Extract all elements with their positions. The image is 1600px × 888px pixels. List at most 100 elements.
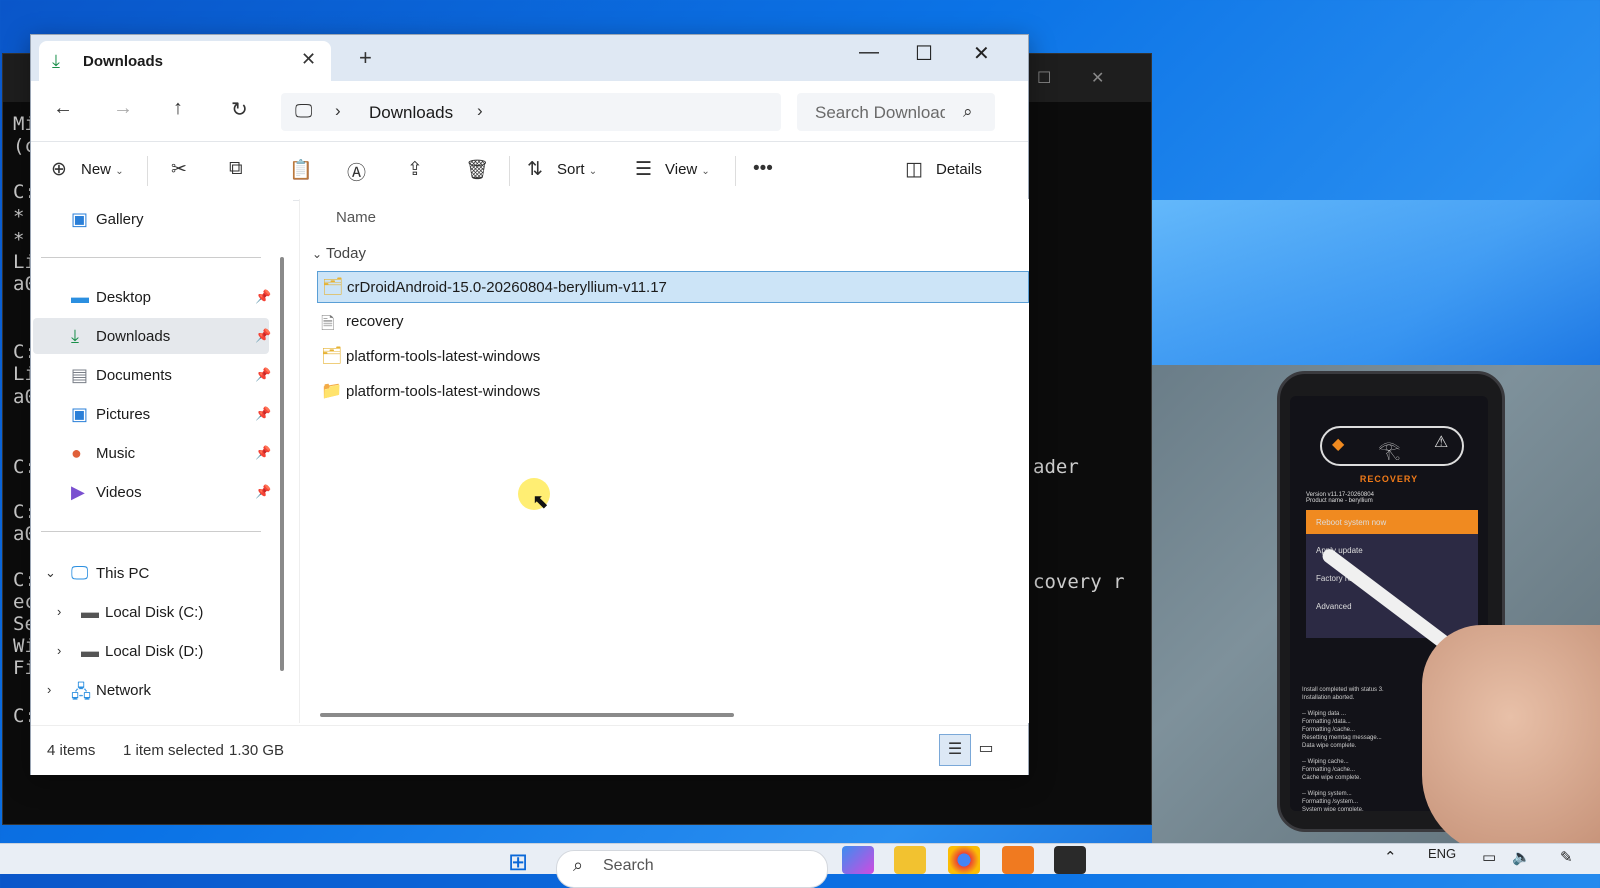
maximize-icon[interactable]: ☐ [915, 41, 933, 66]
forward-arrow-icon[interactable]: → [113, 97, 133, 120]
sidebar-item-desktop[interactable]: ▬ Desktop 📌 [33, 279, 271, 315]
wallpaper-glow [1130, 200, 1600, 370]
chevron-right-icon[interactable]: › [335, 101, 341, 121]
sidebar-item-music[interactable]: ● Music 📌 [33, 435, 271, 471]
pin-icon[interactable]: 📌 [255, 328, 271, 344]
volume-icon[interactable]: 🔈 [1512, 848, 1531, 866]
file-explorer-window[interactable]: ⤓ Downloads ✕ + — ☐ ✕ ← → ↑ ↻ 🖵 › Downlo… [30, 34, 1029, 775]
copy-icon[interactable]: ⧉ [229, 158, 243, 180]
sidebar-item-gallery[interactable]: ▣ Gallery [33, 201, 269, 237]
chevron-right-icon[interactable]: › [57, 643, 61, 658]
navigation-pane: ▣ Gallery ▬ Desktop 📌 ⤓ Downloads 📌 ▤ Documents… [31, 199, 293, 723]
file-row[interactable]: 📁 platform-tools-latest-windows [317, 376, 1027, 406]
share-icon[interactable]: ⇪ [407, 158, 423, 181]
recovery-menu-item[interactable]: Reboot system now [1316, 518, 1386, 527]
sidebar-item-this-pc[interactable]: ⌄ 🖵 This PC [33, 555, 269, 591]
breadcrumb-downloads[interactable]: Downloads [369, 103, 453, 123]
tab-downloads[interactable]: ⤓ Downloads ✕ [39, 41, 331, 81]
notification-icon[interactable]: ✎ [1560, 848, 1573, 866]
sidebar-item-videos[interactable]: ▶ Videos 📌 [33, 474, 271, 510]
refresh-icon[interactable]: ↻ [231, 97, 248, 122]
sidebar-item-local-disk-d[interactable]: › ▬ Local Disk (D:) [33, 633, 269, 669]
recovery-menu-item[interactable]: Advanced [1316, 602, 1352, 611]
details-pane-icon[interactable]: ◫ [905, 158, 923, 181]
sidebar-item-label: Music [96, 445, 136, 462]
file-row[interactable]: 🗂 platform-tools-latest-windows [317, 341, 1027, 371]
titlebar[interactable]: ⤓ Downloads ✕ + — ☐ ✕ [31, 35, 1028, 81]
column-header-name[interactable]: Name [336, 209, 376, 226]
tiles-view-icon[interactable]: ▭ [971, 734, 1001, 764]
sidebar-item-label: Network [96, 682, 152, 699]
sidebar-item-label: Local Disk (C:) [105, 604, 204, 621]
desktop-icon: ▬ [71, 287, 89, 307]
pin-icon[interactable]: 📌 [255, 484, 271, 500]
music-icon: ● [71, 443, 82, 463]
back-arrow-icon[interactable]: ← [53, 97, 73, 120]
tab-close-icon[interactable]: ✕ [301, 49, 316, 70]
recovery-title: RECOVERY [1359, 474, 1419, 484]
sidebar-item-pictures[interactable]: ▣ Pictures 📌 [33, 396, 271, 432]
rename-icon[interactable]: Ⓐ [347, 158, 366, 185]
file-name: crDroidAndroid-15.0-20260804-beryllium-v… [347, 279, 667, 296]
terminal-icon[interactable] [1054, 846, 1086, 874]
minimize-icon[interactable]: — [859, 41, 879, 64]
address-bar[interactable]: 🖵 › Downloads › [281, 93, 781, 131]
file-row[interactable]: 🗎 recovery [317, 306, 1027, 336]
details-view-icon[interactable]: ☰ [939, 734, 971, 766]
sidebar-item-label: Videos [96, 484, 142, 501]
group-header-today[interactable]: ⌄ Today [312, 245, 366, 262]
navigation-bar: ← → ↑ ↻ 🖵 › Downloads › Search Downloads… [31, 81, 1028, 141]
close-icon[interactable]: ✕ [1091, 68, 1104, 88]
pin-icon[interactable]: 📌 [255, 445, 271, 461]
details-button[interactable]: Details [936, 161, 982, 178]
recovery-version: Version v11.17-20260804 Product name - b… [1306, 492, 1374, 504]
plus-circle-icon[interactable]: ⊕ [51, 158, 67, 181]
new-tab-icon[interactable]: + [359, 47, 372, 69]
horizontal-scrollbar[interactable] [320, 713, 734, 717]
new-button[interactable]: New ⌄ [81, 161, 124, 178]
sort-button[interactable]: Sort ⌄ [557, 161, 597, 178]
sort-icon[interactable]: ⇅ [527, 158, 543, 181]
chevron-right-icon[interactable]: › [57, 604, 61, 619]
recovery-log: Install completed with status 3. Install… [1302, 687, 1384, 811]
zip-folder-icon: 🗂 [322, 277, 344, 296]
pin-icon[interactable]: 📌 [255, 289, 271, 305]
file-row[interactable]: 🗂 crDroidAndroid-15.0-20260804-beryllium-… [317, 271, 1029, 303]
close-window-icon[interactable]: ✕ [973, 41, 990, 66]
view-button[interactable]: View ⌄ [665, 161, 710, 178]
search-box[interactable]: Search Downloads ⌕ [797, 93, 995, 131]
paste-icon[interactable]: 📋 [289, 158, 313, 182]
copilot-icon[interactable] [842, 846, 874, 874]
search-icon[interactable]: ⌕ [963, 102, 973, 122]
view-label: View [665, 161, 698, 178]
mouse-cursor-icon: ⬉ [532, 491, 549, 513]
chevron-right-icon[interactable]: › [47, 682, 51, 697]
scrollbar[interactable] [280, 257, 284, 671]
up-arrow-icon[interactable]: ↑ [173, 97, 183, 120]
pin-icon[interactable]: 📌 [255, 406, 271, 422]
file-explorer-icon[interactable] [894, 846, 926, 874]
taskbar-search[interactable]: ⌕ Search [556, 850, 828, 888]
divider [41, 257, 261, 258]
chrome-icon[interactable] [948, 846, 980, 874]
sidebar-item-downloads[interactable]: ⤓ Downloads 📌 [33, 318, 271, 354]
language-indicator[interactable]: ENG [1428, 846, 1456, 861]
view-icon[interactable]: ☰ [635, 158, 652, 181]
network-icon[interactable]: ▭ [1482, 848, 1496, 866]
sidebar-item-local-disk-c[interactable]: › ▬ Local Disk (C:) [33, 594, 269, 630]
more-options-icon[interactable]: ••• [753, 158, 773, 180]
sidebar-item-documents[interactable]: ▤ Documents 📌 [33, 357, 271, 393]
cut-icon[interactable]: ✂ [171, 158, 187, 181]
app-icon[interactable] [1002, 846, 1034, 874]
delete-icon[interactable]: 🗑 [465, 158, 489, 182]
chevron-up-icon[interactable]: ⌃ [1384, 848, 1397, 866]
divider [147, 156, 148, 186]
search-input[interactable]: Search Downloads [815, 103, 945, 123]
this-pc-icon[interactable]: 🖵 [295, 101, 312, 122]
pin-icon[interactable]: 📌 [255, 367, 271, 383]
maximize-icon[interactable]: ☐ [1037, 68, 1051, 88]
chevron-down-icon[interactable]: ⌄ [45, 565, 56, 581]
taskbar-search-label: Search [603, 857, 654, 874]
sidebar-item-network[interactable]: › 🖧 Network [33, 672, 269, 708]
chevron-right-icon[interactable]: › [477, 101, 483, 121]
